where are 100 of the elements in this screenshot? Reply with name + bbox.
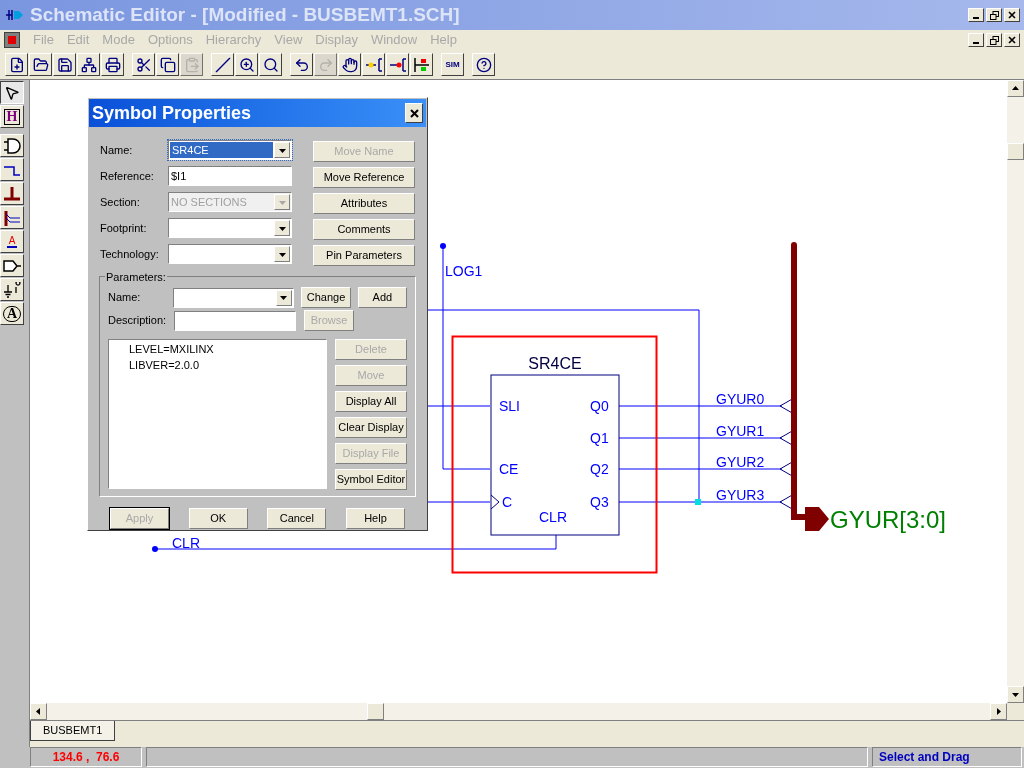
- tool-button[interactable]: A: [0, 230, 24, 253]
- dialog-button[interactable]: Clear Display: [335, 417, 407, 438]
- vertical-scrollbar[interactable]: [1007, 80, 1024, 703]
- dialog-button[interactable]: Add: [357, 287, 407, 308]
- toolbar-button[interactable]: [101, 53, 124, 76]
- toolbar-button[interactable]: [211, 53, 234, 76]
- sheet-tab[interactable]: BUSBEMT1: [30, 721, 116, 741]
- restore-button[interactable]: [986, 8, 1002, 22]
- net-label: LOG1: [445, 263, 483, 279]
- toolbar-button[interactable]: [53, 53, 76, 76]
- bus-icon: [3, 185, 21, 202]
- window-title: Schematic Editor - [Modified - BUSBEMT1.SCH]: [30, 2, 460, 27]
- dropdown-field[interactable]: [168, 218, 292, 238]
- bus-arrow: [805, 507, 829, 531]
- document-minimize-button[interactable]: [968, 33, 984, 47]
- dialog-button[interactable]: Comments: [313, 219, 415, 240]
- dialog-button[interactable]: Change: [301, 287, 351, 308]
- close-icon: [1008, 36, 1016, 44]
- clipboard-icon: [183, 56, 200, 73]
- copy-icon: [159, 56, 176, 73]
- net-label: GYUR3: [716, 487, 765, 503]
- net-terminal: [440, 243, 446, 249]
- toolbar-button[interactable]: [29, 53, 52, 76]
- scroll-thumb[interactable]: [1007, 143, 1024, 160]
- pin-out-icon: [388, 56, 407, 73]
- help-icon: [475, 56, 492, 73]
- input-field[interactable]: [174, 310, 296, 331]
- dialog-button[interactable]: Pin Parameters: [313, 245, 415, 266]
- toolbar-button[interactable]: [235, 53, 258, 76]
- net-terminal: [152, 546, 158, 552]
- new-file-icon: [8, 56, 25, 73]
- dropdown-field[interactable]: [168, 244, 292, 264]
- scroll-thumb[interactable]: [367, 703, 384, 720]
- close-button[interactable]: [1004, 8, 1020, 22]
- pin-label: C: [502, 494, 513, 510]
- pin-label: Q3: [590, 494, 609, 510]
- toolbar-button[interactable]: [472, 53, 495, 76]
- tool-button[interactable]: [0, 81, 24, 104]
- toolbar-button[interactable]: [5, 53, 28, 76]
- bus-label: GYUR[3:0]: [830, 506, 947, 533]
- diagonal-line-icon: [214, 56, 231, 73]
- toolbar-button[interactable]: [362, 53, 385, 76]
- scissors-icon: [135, 56, 152, 73]
- parameter-item[interactable]: LIBVER=2.0.0: [129, 357, 326, 373]
- close-button[interactable]: [405, 103, 423, 123]
- dialog-button[interactable]: Cancel: [267, 508, 327, 529]
- hand-icon: [341, 56, 358, 73]
- tree-icon: [80, 56, 97, 73]
- toolbar-button[interactable]: [338, 53, 361, 76]
- horizontal-scrollbar[interactable]: [30, 703, 1007, 720]
- net-label: CLR: [172, 535, 200, 551]
- pin-label: Q0: [590, 398, 609, 414]
- app-icon: [4, 7, 24, 23]
- sim-label: SIM: [445, 60, 460, 69]
- zoom-in-icon: [238, 56, 255, 73]
- dialog-button[interactable]: Symbol Editor: [335, 469, 407, 490]
- toolbar-button[interactable]: [77, 53, 100, 76]
- field-label: Technology:: [100, 246, 160, 262]
- restore-icon: [989, 10, 999, 20]
- scroll-left-icon: [34, 707, 43, 716]
- dropdown-field[interactable]: SR4CE: [168, 140, 292, 160]
- port-icon: [3, 257, 21, 274]
- dialog-button[interactable]: Display All: [335, 391, 407, 412]
- pin-label: Q1: [590, 430, 609, 446]
- dialog-button[interactable]: Attributes: [313, 193, 415, 214]
- magnifier-icon: [262, 56, 279, 73]
- probe-icon: [412, 56, 431, 73]
- net-label: GYUR0: [716, 391, 765, 407]
- dialog-button[interactable]: Move Reference: [313, 167, 415, 188]
- dialog-button[interactable]: Help: [345, 508, 405, 529]
- field-label: Section:: [100, 194, 141, 210]
- document-close-button[interactable]: [1004, 33, 1020, 47]
- field-label: Description:: [108, 313, 168, 329]
- toolbar-button[interactable]: [132, 53, 155, 76]
- scroll-down-icon: [1011, 690, 1020, 699]
- pin-in-icon: [364, 56, 383, 73]
- dropdown-field[interactable]: [173, 287, 294, 308]
- toolbar-button[interactable]: [410, 53, 433, 76]
- toolbar-button[interactable]: [259, 53, 282, 76]
- mode-status: Select and Drag: [872, 747, 1022, 767]
- input-field[interactable]: $I1: [168, 166, 292, 186]
- document-restore-button[interactable]: [986, 33, 1002, 47]
- minimize-button[interactable]: [968, 8, 984, 22]
- bus-tap-icon: [3, 209, 21, 226]
- document-icon: [4, 32, 20, 48]
- ground-icon: [3, 281, 21, 298]
- toolbar-button[interactable]: [156, 53, 179, 76]
- symbol-name: SR4CE: [528, 355, 582, 372]
- parameter-list[interactable]: LEVEL=MXILINX LIBVER=2.0.0: [108, 339, 327, 489]
- close-icon: [409, 108, 419, 118]
- toolbar-button[interactable]: [290, 53, 313, 76]
- toolbar-button[interactable]: [386, 53, 409, 76]
- dialog-button[interactable]: OK: [188, 508, 248, 529]
- field-label: Name:: [100, 142, 134, 158]
- redo-icon: [317, 56, 334, 73]
- and-gate-icon: [3, 137, 21, 154]
- parameter-item[interactable]: LEVEL=MXILINX: [129, 341, 326, 357]
- toolbar-button[interactable]: SIM: [441, 53, 464, 76]
- junction-marker: [695, 499, 701, 505]
- net-label: GYUR1: [716, 423, 765, 439]
